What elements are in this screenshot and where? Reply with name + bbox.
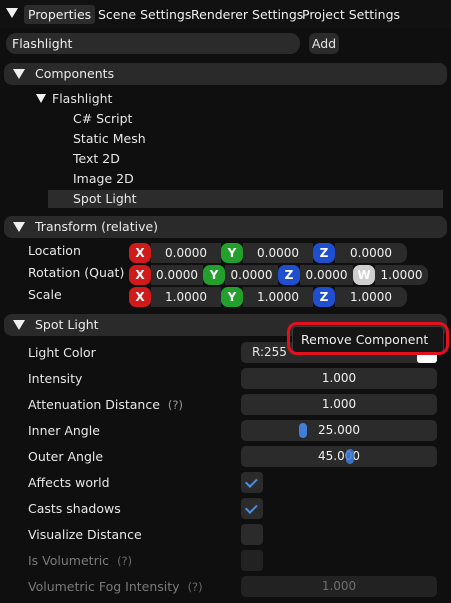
scale-x-axis-label: X (129, 287, 151, 307)
is-volumetric-text: Is Volumetric (28, 553, 110, 568)
tab-bar: Properties Scene Settings Renderer Setti… (0, 0, 451, 28)
outer-angle-slider-handle[interactable] (346, 449, 354, 464)
checkmark-icon (245, 475, 258, 488)
tab-renderer-settings[interactable]: Renderer Settings (187, 5, 307, 24)
visualize-distance-checkbox[interactable] (241, 524, 263, 545)
rotation-x-axis-label: X (129, 265, 151, 285)
tree-expand-arrow-icon[interactable] (36, 94, 46, 103)
components-section-header[interactable]: Components (4, 63, 447, 85)
light-color-label: Light Color (28, 345, 96, 360)
volumetric-fog-intensity-label: Volumetric Fog Intensity (?) (28, 578, 203, 596)
help-icon[interactable]: (?) (188, 580, 203, 594)
intensity-label: Intensity (28, 371, 83, 386)
casts-shadows-label: Casts shadows (28, 501, 121, 516)
location-x-axis-label: X (129, 243, 151, 263)
attenuation-distance-text: Attenuation Distance (28, 397, 160, 412)
spot-light-header-label: Spot Light (35, 317, 99, 332)
rotation-label: Rotation (Quat) (28, 265, 125, 280)
inner-angle-slider[interactable]: 25.000 (241, 420, 437, 441)
add-component-button[interactable]: Add (309, 33, 339, 54)
rotation-z-field[interactable]: 0.0000 (300, 265, 353, 285)
light-color-red-value[interactable]: R:255 (252, 342, 287, 363)
rotation-y-axis-label: Y (203, 265, 225, 285)
entity-name-input[interactable]: Flashlight (6, 33, 300, 54)
collapse-arrow-icon (13, 320, 25, 330)
highlight-outline (287, 322, 449, 355)
tab-properties[interactable]: Properties (24, 5, 96, 24)
collapse-arrow-icon (13, 222, 25, 232)
tree-item-image-2d[interactable]: Image 2D (48, 170, 443, 188)
intensity-field[interactable]: 1.000 (241, 368, 437, 389)
scale-label: Scale (28, 287, 62, 302)
scale-y-field[interactable]: 1.0000 (243, 287, 313, 307)
attenuation-distance-label: Attenuation Distance (?) (28, 396, 183, 414)
tab-list-dropdown-icon[interactable] (6, 8, 18, 18)
scale-y-axis-label: Y (221, 287, 243, 307)
collapse-arrow-icon (13, 69, 25, 79)
rotation-w-axis-label: W (353, 265, 375, 285)
help-icon[interactable]: (?) (117, 554, 132, 568)
location-z-axis-label: Z (313, 243, 335, 263)
tree-item-text-2d[interactable]: Text 2D (48, 150, 443, 168)
location-y-field[interactable]: 0.0000 (243, 243, 313, 263)
tree-item-csharp-script[interactable]: C# Script (48, 110, 443, 128)
scale-z-axis-label: Z (313, 287, 335, 307)
location-label: Location (28, 243, 81, 258)
tree-root-flashlight[interactable]: Flashlight (52, 90, 112, 108)
checkmark-icon (245, 501, 258, 514)
tab-scene-settings[interactable]: Scene Settings (94, 5, 195, 24)
rotation-w-field[interactable]: 1.0000 (375, 265, 428, 285)
outer-angle-slider[interactable]: 45.000 (241, 446, 437, 467)
location-y-axis-label: Y (221, 243, 243, 263)
components-header-label: Components (35, 66, 115, 81)
volumetric-fog-intensity-field[interactable]: 1.000 (241, 576, 437, 597)
transform-section-header[interactable]: Transform (relative) (4, 216, 447, 238)
rotation-z-axis-label: Z (278, 265, 300, 285)
tree-item-spot-light[interactable]: Spot Light (48, 190, 443, 208)
affects-world-checkbox[interactable] (241, 472, 263, 493)
outer-angle-label: Outer Angle (28, 449, 104, 464)
help-icon[interactable]: (?) (168, 398, 183, 412)
is-volumetric-label: Is Volumetric (?) (28, 552, 132, 570)
rotation-x-field[interactable]: 0.0000 (151, 265, 203, 285)
scale-x-field[interactable]: 1.0000 (151, 287, 221, 307)
scale-z-field[interactable]: 1.0000 (335, 287, 407, 307)
rotation-y-field[interactable]: 0.0000 (225, 265, 278, 285)
attenuation-distance-field[interactable]: 1.000 (241, 394, 437, 415)
volumetric-fog-intensity-text: Volumetric Fog Intensity (28, 579, 180, 594)
tree-item-static-mesh[interactable]: Static Mesh (48, 130, 443, 148)
affects-world-label: Affects world (28, 475, 110, 490)
is-volumetric-checkbox[interactable] (241, 550, 263, 571)
transform-header-label: Transform (relative) (35, 219, 159, 234)
location-z-field[interactable]: 0.0000 (335, 243, 407, 263)
inner-angle-label: Inner Angle (28, 423, 100, 438)
location-x-field[interactable]: 0.0000 (151, 243, 221, 263)
visualize-distance-label: Visualize Distance (28, 527, 142, 542)
inner-angle-slider-handle[interactable] (299, 423, 307, 438)
casts-shadows-checkbox[interactable] (241, 498, 263, 519)
tab-project-settings[interactable]: Project Settings (298, 5, 404, 24)
